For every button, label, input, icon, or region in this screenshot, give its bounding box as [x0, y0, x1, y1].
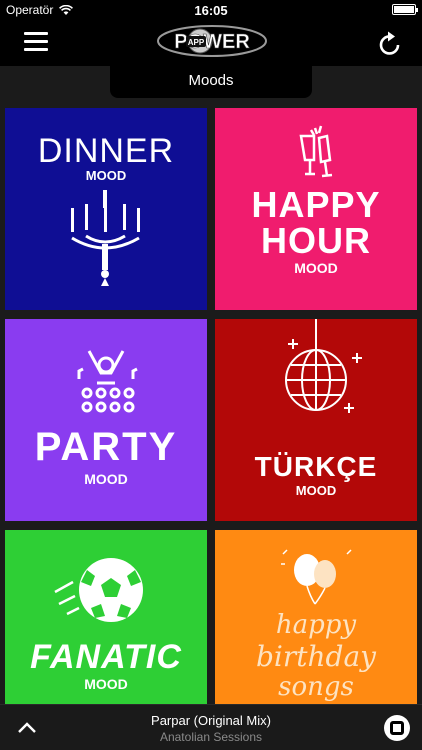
mood-grid: DINNER MOOD HAPPY HOUR MOOD PARTY MOOD T… [0, 98, 422, 704]
track-title: Parpar (Original Mix) [151, 713, 271, 728]
party-title: PARTY [34, 425, 178, 469]
fanatic-subtitle: MOOD [84, 676, 128, 692]
mini-player[interactable]: Parpar (Original Mix) Anatolian Sessions [0, 704, 422, 750]
birthday-line2: birthday [256, 640, 376, 673]
dancing-person-icon [77, 350, 138, 413]
mood-tile-party[interactable]: PARTY MOOD [5, 319, 207, 521]
battery-icon [392, 4, 418, 15]
hamburger-icon-bar [24, 32, 48, 35]
stop-button[interactable] [384, 715, 410, 741]
mood-tile-dinner[interactable]: DINNER MOOD [5, 108, 207, 310]
chandelier-icon [71, 190, 140, 286]
clock: 16:05 [194, 3, 228, 18]
refresh-icon[interactable] [378, 30, 402, 56]
party-subtitle: MOOD [84, 471, 128, 487]
mood-tile-birthday[interactable]: happy birthday songs [215, 530, 417, 704]
logo-text: POWER [174, 31, 250, 53]
mood-tile-happy-hour[interactable]: HAPPY HOUR MOOD [215, 108, 417, 310]
chevron-up-icon[interactable] [16, 717, 38, 739]
birthday-line1: happy [275, 610, 357, 640]
happy-hour-title-line2: HOUR [261, 220, 371, 261]
app-logo: POWER APP [157, 25, 267, 57]
hamburger-icon-bar [24, 40, 48, 43]
mood-tile-turkce[interactable]: TÜRKÇE MOOD [215, 319, 417, 521]
menu-button[interactable] [24, 32, 48, 52]
mood-tile-fanatic[interactable]: FANATIC MOOD [5, 530, 207, 704]
logo-badge: APP [188, 38, 205, 47]
navigation-bar: POWER APP [0, 20, 422, 66]
happy-hour-subtitle: MOOD [294, 260, 338, 276]
turkce-subtitle: MOOD [295, 483, 337, 498]
stop-icon [390, 721, 404, 735]
hamburger-icon-bar [24, 48, 48, 51]
birthday-line3: songs [278, 672, 354, 702]
fanatic-title: FANATIC [30, 638, 182, 676]
turkce-title: TÜRKÇE [254, 451, 378, 482]
status-bar: Operatör 16:05 [0, 0, 422, 20]
track-artist: Anatolian Sessions [159, 730, 263, 744]
page-title-tab: Moods [110, 66, 312, 98]
